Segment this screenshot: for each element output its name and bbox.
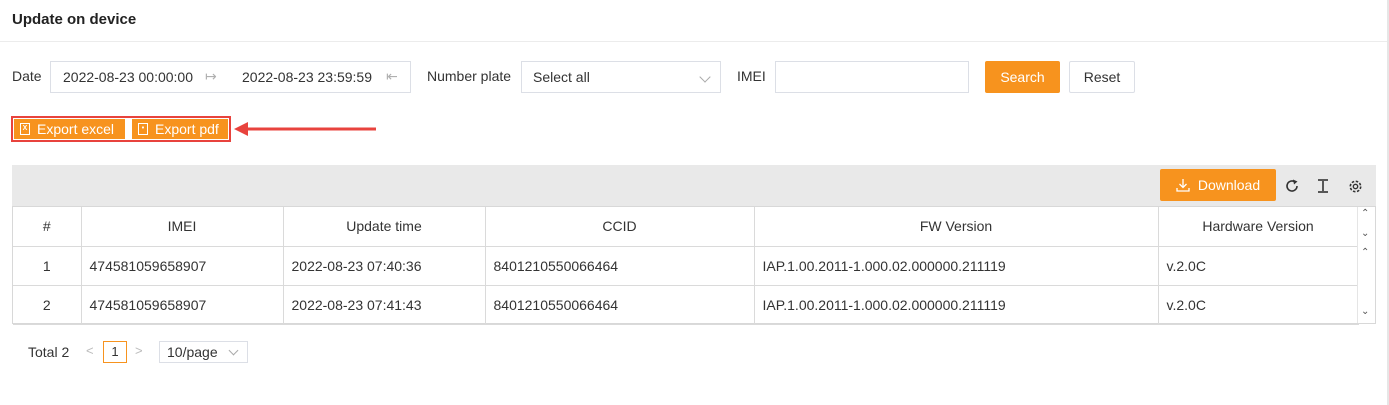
pdf-file-icon: • <box>138 123 148 135</box>
download-label: Download <box>1197 177 1261 193</box>
scroll-down-icon[interactable]: ⌄ <box>1361 306 1369 317</box>
export-excel-label: Export excel <box>37 121 115 137</box>
column-header-fw-version[interactable]: FW Version <box>754 207 1159 247</box>
imei-input[interactable] <box>775 61 969 93</box>
range-start-icon: ↦ <box>205 68 217 84</box>
number-plate-select[interactable]: Select all <box>521 61 721 93</box>
column-height-icon[interactable] <box>1313 176 1333 196</box>
table-cell: 2 <box>13 285 82 325</box>
date-label: Date <box>12 68 42 84</box>
page-size-select[interactable]: 10/page <box>159 341 248 363</box>
table-header-row: # IMEI Update time CCID FW Version Hardw… <box>13 207 1359 247</box>
imei-label: IMEI <box>737 68 766 84</box>
table-cell: IAP.1.00.2011-1.000.02.000000.211119 <box>754 246 1159 286</box>
column-header-index[interactable]: # <box>13 207 82 247</box>
export-pdf-label: Export pdf <box>155 121 219 137</box>
number-plate-label: Number plate <box>427 68 512 84</box>
table-cell: v.2.0C <box>1158 285 1359 325</box>
column-header-update-time[interactable]: Update time <box>283 207 486 247</box>
current-page-button[interactable]: 1 <box>103 341 127 363</box>
data-table: # IMEI Update time CCID FW Version Hardw… <box>12 206 1376 325</box>
refresh-icon[interactable] <box>1282 176 1302 196</box>
export-excel-button[interactable]: X Export excel <box>14 119 125 139</box>
excel-file-icon: X <box>20 123 30 135</box>
number-plate-value: Select all <box>533 69 590 85</box>
title-divider <box>0 41 1389 42</box>
chevron-down-icon <box>228 345 239 356</box>
table-cell: 8401210550066464 <box>485 246 755 286</box>
date-end[interactable]: 2022-08-23 23:59:59 <box>242 69 372 85</box>
table-cell: 2022-08-23 07:41:43 <box>283 285 486 325</box>
table-cell: v.2.0C <box>1158 246 1359 286</box>
annotation-arrow-icon <box>234 122 376 136</box>
scroll-up-icon[interactable]: ⌃ <box>1361 208 1369 219</box>
table-cell: 2022-08-23 07:40:36 <box>283 246 486 286</box>
column-header-imei[interactable]: IMEI <box>81 207 284 247</box>
settings-icon[interactable] <box>1345 176 1365 196</box>
table-cell: 8401210550066464 <box>485 285 755 325</box>
column-header-hardware-version[interactable]: Hardware Version <box>1158 207 1359 247</box>
search-button[interactable]: Search <box>985 61 1060 93</box>
prev-page-icon[interactable]: < <box>86 343 94 358</box>
range-end-icon: ⇤ <box>386 68 398 84</box>
pagination-total: Total 2 <box>28 344 70 360</box>
next-page-icon[interactable]: > <box>135 343 143 358</box>
download-button[interactable]: Download <box>1160 169 1276 201</box>
table-scrollbar[interactable]: ⌃ ⌄ ⌃ ⌄ <box>1357 207 1375 323</box>
table-cell: IAP.1.00.2011-1.000.02.000000.211119 <box>754 285 1159 325</box>
export-pdf-button[interactable]: • Export pdf <box>132 119 228 139</box>
page-title: Update on device <box>12 11 137 28</box>
date-range-picker[interactable]: 2022-08-23 00:00:00 ↦ 2022-08-23 23:59:5… <box>50 61 411 93</box>
table-row[interactable]: 1 474581059658907 2022-08-23 07:40:36 84… <box>13 246 1359 286</box>
page-size-value: 10/page <box>167 344 218 360</box>
column-header-ccid[interactable]: CCID <box>485 207 755 247</box>
export-highlight-box: X Export excel • Export pdf <box>11 116 231 142</box>
table-cell: 474581059658907 <box>81 246 284 286</box>
download-icon <box>1176 179 1190 192</box>
table-cell: 1 <box>13 246 82 286</box>
chevron-down-icon <box>699 71 711 83</box>
table-cell: 474581059658907 <box>81 285 284 325</box>
scroll-up-icon[interactable]: ⌃ <box>1361 247 1369 258</box>
date-start[interactable]: 2022-08-23 00:00:00 <box>63 69 193 85</box>
scroll-down-icon[interactable]: ⌄ <box>1361 228 1369 239</box>
table-row[interactable]: 2 474581059658907 2022-08-23 07:41:43 84… <box>13 285 1359 325</box>
reset-button[interactable]: Reset <box>1069 61 1135 93</box>
